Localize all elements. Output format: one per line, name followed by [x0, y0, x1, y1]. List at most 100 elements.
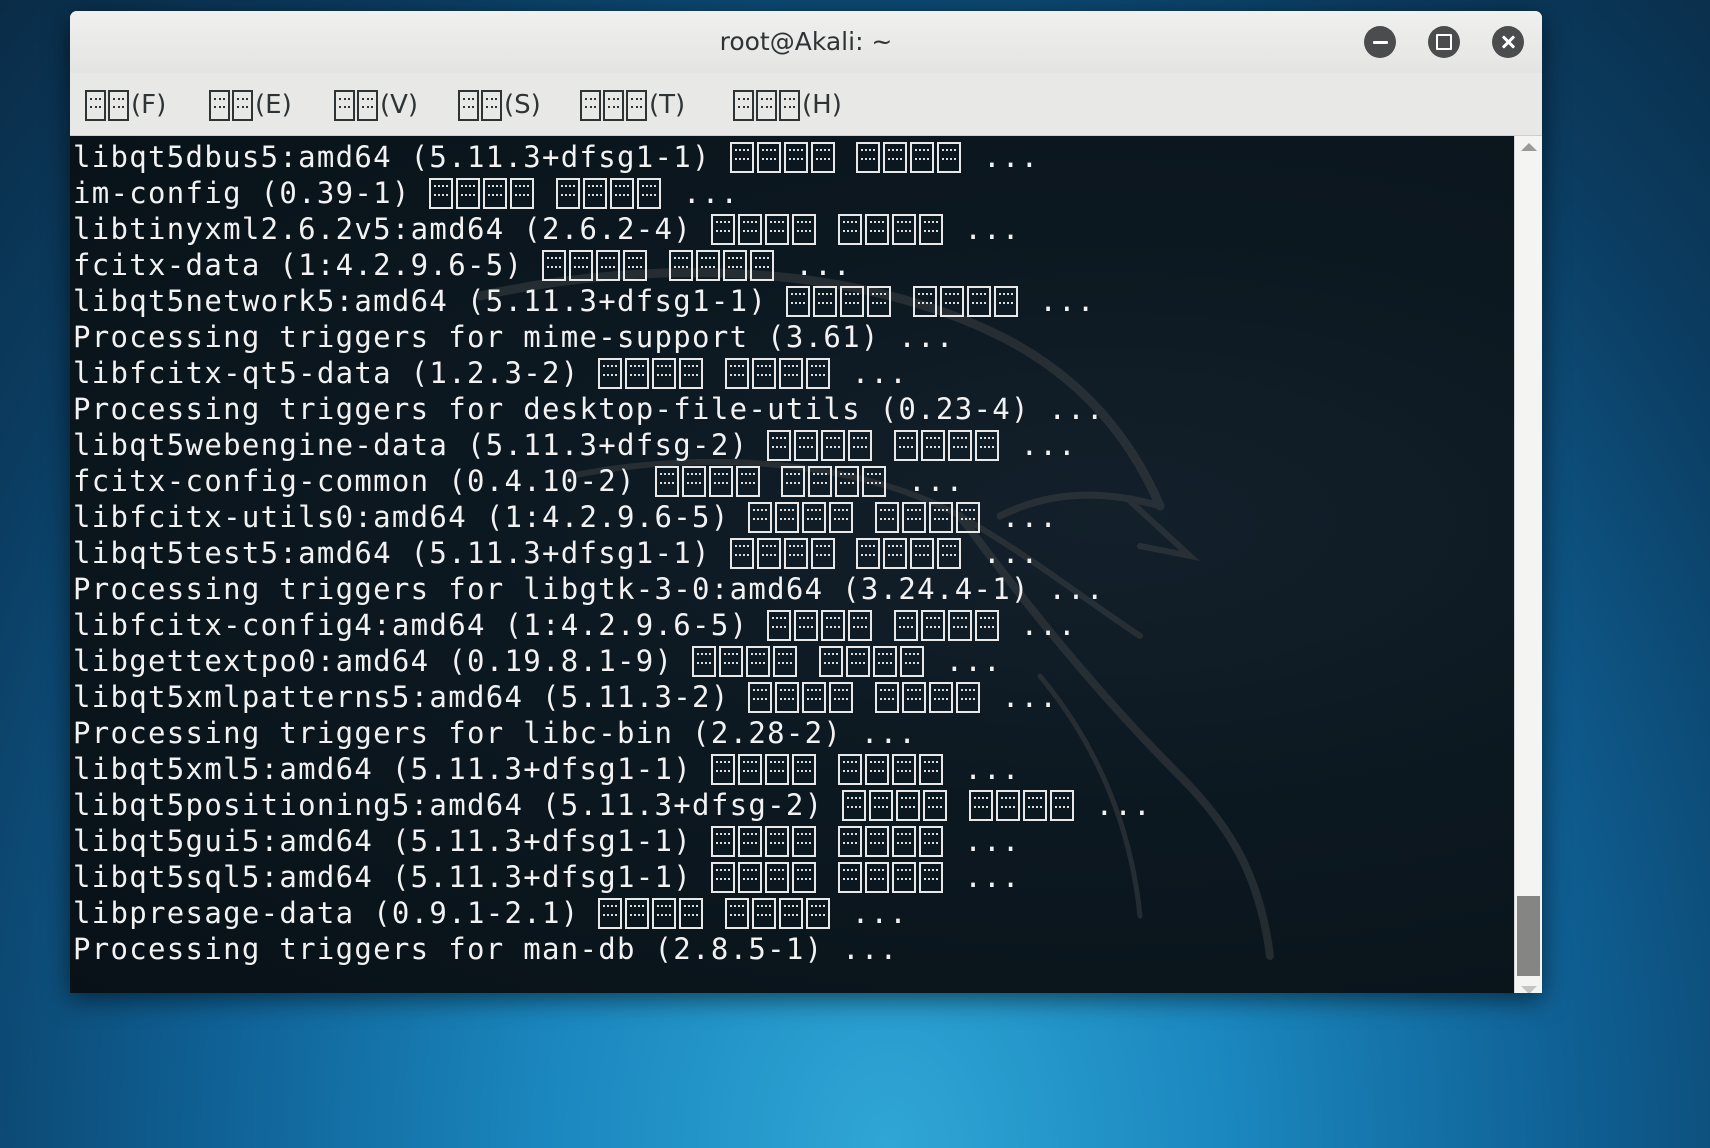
- missing-glyph-box: [856, 538, 881, 569]
- menu-bar: (F) (E) (V) (S) (T) (H): [70, 73, 1542, 136]
- missing-glyph-box: [746, 646, 771, 677]
- missing-glyph-box: [679, 358, 704, 389]
- minimize-button[interactable]: [1364, 26, 1396, 58]
- missing-glyph-box: [794, 430, 819, 461]
- missing-glyph-box: [918, 826, 943, 857]
- missing-glyph-box: [779, 358, 804, 389]
- terminal-line: libfcitx-qt5-data (1.2.3-2) ...: [73, 356, 909, 390]
- maximize-button[interactable]: [1428, 26, 1460, 58]
- missing-glyph-box: [756, 538, 781, 569]
- missing-glyph-box: [783, 142, 808, 173]
- terminal-line: libqt5xml5:amd64 (5.11.3+dfsg1-1) ...: [73, 752, 1021, 786]
- menu-file[interactable]: (F): [85, 87, 166, 123]
- missing-glyph-box: [912, 286, 937, 317]
- missing-glyph-box: [802, 682, 827, 713]
- menu-edit-label: (E): [255, 90, 292, 120]
- missing-glyph-box: [875, 502, 900, 533]
- missing-glyph-box: [1049, 790, 1074, 821]
- missing-glyph-box: [837, 214, 862, 245]
- missing-glyph-box: [920, 430, 945, 461]
- missing-glyph-box: [929, 682, 954, 713]
- terminal-line: libpresage-data (0.9.1-2.1) ...: [73, 896, 909, 930]
- menu-terminal-label: (T): [649, 90, 686, 120]
- missing-glyph-box: [821, 430, 846, 461]
- missing-glyph-box: [626, 90, 647, 121]
- missing-glyph-box: [710, 214, 735, 245]
- missing-glyph-box: [583, 178, 608, 209]
- missing-glyph-box: [802, 502, 827, 533]
- window-title: root@Akali: ~: [719, 27, 893, 56]
- missing-glyph-box: [737, 214, 762, 245]
- terminal-line: libqt5webengine-data (5.11.3+dfsg-2) ...: [73, 428, 1077, 462]
- missing-glyph-box: [920, 610, 945, 641]
- scrollbar-thumb[interactable]: [1517, 896, 1540, 976]
- missing-glyph-box: [947, 610, 972, 641]
- missing-glyph-box: [810, 538, 835, 569]
- missing-glyph-box: [891, 826, 916, 857]
- missing-glyph-box: [737, 826, 762, 857]
- missing-glyph-box: [749, 250, 774, 281]
- missing-glyph-box: [918, 214, 943, 245]
- terminal-line: libqt5test5:amd64 (5.11.3+dfsg1-1) ...: [73, 536, 1040, 570]
- missing-glyph-box: [837, 754, 862, 785]
- title-bar[interactable]: root@Akali: ~: [70, 11, 1542, 73]
- missing-glyph-box: [719, 646, 744, 677]
- missing-glyph-box: [681, 466, 706, 497]
- terminal-line: fcitx-data (1:4.2.9.6-5) ...: [73, 248, 852, 282]
- missing-glyph-box: [806, 358, 831, 389]
- missing-glyph-box: [598, 358, 623, 389]
- scroll-up-icon[interactable]: [1521, 143, 1537, 151]
- missing-glyph-box: [806, 898, 831, 929]
- terminal-output[interactable]: libqt5dbus5:amd64 (5.11.3+dfsg1-1) ... i…: [70, 136, 1514, 993]
- missing-glyph-box: [866, 286, 891, 317]
- missing-glyph-box: [108, 90, 129, 121]
- missing-glyph-box: [794, 610, 819, 641]
- terminal-window: root@Akali: ~ (F) (E) (V) (S) (T) (H) li…: [70, 11, 1542, 993]
- menu-help[interactable]: (H): [733, 87, 842, 123]
- missing-glyph-box: [966, 286, 991, 317]
- missing-glyph-box: [668, 250, 693, 281]
- terminal-line: libgettextpo0:amd64 (0.19.8.1-9) ...: [73, 644, 1002, 678]
- menu-view[interactable]: (V): [334, 87, 418, 123]
- missing-glyph-box: [869, 790, 894, 821]
- missing-glyph-box: [775, 682, 800, 713]
- missing-glyph-box: [773, 646, 798, 677]
- missing-glyph-box: [848, 610, 873, 641]
- vertical-scrollbar[interactable]: [1514, 136, 1542, 993]
- missing-glyph-box: [791, 754, 816, 785]
- missing-glyph-box: [542, 250, 566, 281]
- missing-glyph-box: [735, 466, 760, 497]
- terminal-line: libqt5xmlpatterns5:amd64 (5.11.3-2) ...: [73, 680, 1059, 714]
- missing-glyph-box: [722, 250, 747, 281]
- close-button[interactable]: [1492, 26, 1524, 58]
- menu-search[interactable]: (S): [458, 87, 541, 123]
- missing-glyph-box: [737, 862, 762, 893]
- missing-glyph-box: [725, 358, 750, 389]
- scroll-down-icon[interactable]: [1521, 986, 1537, 993]
- menu-search-label: (S): [504, 90, 541, 120]
- missing-glyph-box: [85, 90, 106, 121]
- missing-glyph-box: [947, 430, 972, 461]
- terminal-line: Processing triggers for libc-bin (2.28-2…: [73, 716, 918, 750]
- menu-terminal[interactable]: (T): [580, 87, 685, 123]
- missing-glyph-box: [893, 430, 918, 461]
- missing-glyph-box: [654, 466, 679, 497]
- missing-glyph-box: [752, 898, 777, 929]
- missing-glyph-box: [883, 142, 908, 173]
- missing-glyph-box: [679, 898, 704, 929]
- maximize-icon: [1436, 34, 1452, 50]
- close-icon: [1500, 34, 1516, 50]
- missing-glyph-box: [910, 538, 935, 569]
- missing-glyph-box: [710, 754, 735, 785]
- missing-glyph-box: [580, 90, 601, 121]
- missing-glyph-box: [429, 178, 454, 209]
- menu-file-label: (F): [131, 90, 167, 120]
- missing-glyph-box: [710, 862, 735, 893]
- missing-glyph-box: [779, 898, 804, 929]
- missing-glyph-box: [875, 682, 900, 713]
- missing-glyph-box: [791, 214, 816, 245]
- missing-glyph-box: [737, 754, 762, 785]
- missing-glyph-box: [652, 898, 677, 929]
- menu-edit[interactable]: (E): [209, 87, 292, 123]
- missing-glyph-box: [623, 250, 647, 281]
